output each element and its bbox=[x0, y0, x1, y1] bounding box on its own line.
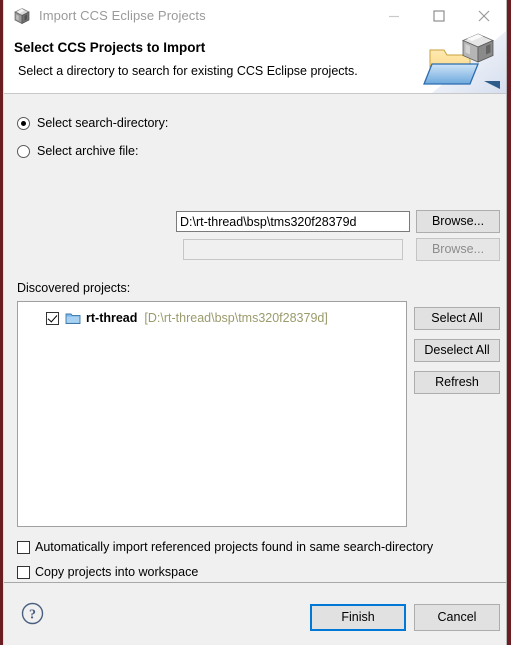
minimize-button[interactable] bbox=[371, 0, 416, 31]
page-title: Select CCS Projects to Import bbox=[14, 40, 206, 55]
maximize-button[interactable] bbox=[416, 0, 461, 31]
browse-archive-button[interactable]: Browse... bbox=[416, 238, 500, 261]
search-directory-input[interactable] bbox=[176, 211, 410, 232]
project-path: [D:\rt-thread\bsp\tms320f28379d] bbox=[144, 311, 328, 325]
finish-button[interactable]: Finish bbox=[310, 604, 406, 631]
search-directory-label: Select search-directory: bbox=[37, 116, 169, 130]
window-title: Import CCS Eclipse Projects bbox=[39, 8, 206, 23]
auto-import-checkbox[interactable] bbox=[17, 540, 30, 554]
project-checkbox[interactable] bbox=[46, 311, 59, 325]
dialog-body: Select search-directory: Browse... Selec… bbox=[4, 94, 506, 618]
radio-search-directory[interactable] bbox=[17, 116, 30, 130]
list-action-buttons: Select All Deselect All Refresh bbox=[414, 307, 500, 403]
select-all-button[interactable]: Select All bbox=[414, 307, 500, 330]
discovered-projects-list[interactable]: rt-thread [D:\rt-thread\bsp\tms320f28379… bbox=[17, 301, 407, 527]
import-folder-cube-icon bbox=[414, 31, 506, 93]
svg-text:?: ? bbox=[29, 608, 36, 623]
page-subtitle: Select a directory to search for existin… bbox=[18, 64, 358, 78]
folder-icon bbox=[65, 311, 81, 325]
discovered-projects-label: Discovered projects: bbox=[17, 281, 131, 295]
title-bar: Import CCS Eclipse Projects bbox=[4, 0, 506, 31]
cube-icon bbox=[13, 7, 31, 25]
wizard-banner: Select CCS Projects to Import Select a d… bbox=[4, 31, 506, 94]
copy-projects-label: Copy projects into workspace bbox=[35, 565, 199, 579]
option-copy-projects-row[interactable]: Copy projects into workspace bbox=[17, 565, 198, 579]
browse-directory-button[interactable]: Browse... bbox=[416, 210, 500, 233]
refresh-button[interactable]: Refresh bbox=[414, 371, 500, 394]
archive-file-row[interactable]: Select archive file: bbox=[17, 144, 495, 158]
window-controls bbox=[371, 0, 506, 31]
project-name: rt-thread bbox=[86, 311, 138, 325]
copy-projects-checkbox[interactable] bbox=[17, 565, 30, 579]
cancel-button[interactable]: Cancel bbox=[414, 604, 500, 631]
deselect-all-button[interactable]: Deselect All bbox=[414, 339, 500, 362]
radio-archive-file[interactable] bbox=[17, 144, 30, 158]
import-dialog-window: Import CCS Eclipse Projects Select CCS P… bbox=[3, 0, 507, 645]
close-button[interactable] bbox=[461, 0, 506, 31]
help-question-icon[interactable]: ? bbox=[20, 601, 45, 626]
archive-file-input[interactable] bbox=[183, 239, 403, 260]
search-directory-row[interactable]: Select search-directory: bbox=[17, 116, 495, 130]
list-item[interactable]: rt-thread [D:\rt-thread\bsp\tms320f28379… bbox=[18, 308, 406, 328]
archive-file-label: Select archive file: bbox=[37, 144, 139, 158]
option-auto-import-row[interactable]: Automatically import referenced projects… bbox=[17, 540, 433, 554]
auto-import-label: Automatically import referenced projects… bbox=[35, 540, 434, 554]
